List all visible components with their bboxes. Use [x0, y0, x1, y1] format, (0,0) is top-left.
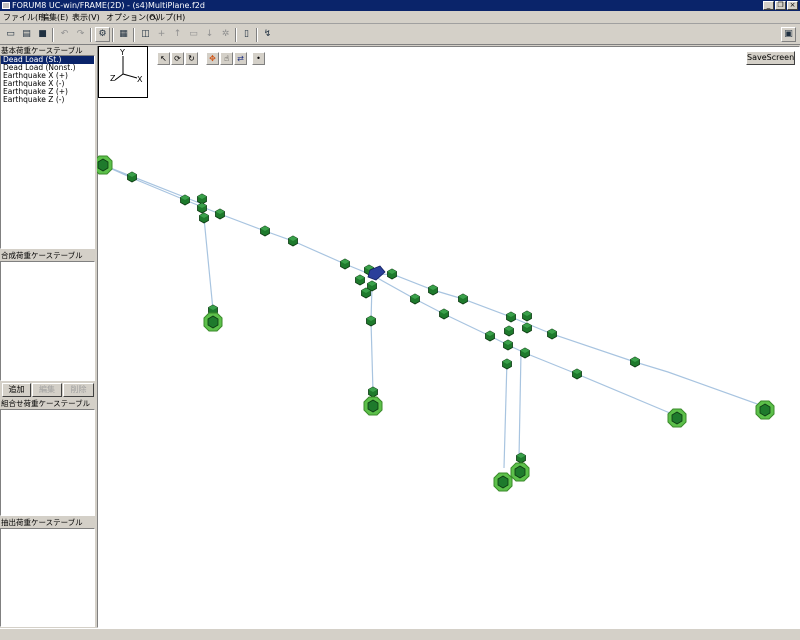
extract-cases-header: 抽出荷重ケーステーブル — [1, 518, 83, 527]
support-marker — [203, 312, 223, 332]
node-marker — [180, 194, 190, 206]
title-bar: FORUM8 UC-win/FRAME(2D) - (s4)MultiPlane… — [0, 0, 800, 11]
select-pointer-icon[interactable]: ↖ — [157, 52, 170, 65]
node-marker — [547, 328, 557, 340]
support-marker — [363, 396, 383, 416]
arrow-down-icon[interactable]: ↓ — [202, 27, 217, 42]
node-marker — [368, 386, 378, 398]
node-marker — [215, 208, 225, 220]
toolbar-separator — [133, 28, 135, 42]
maximize-button[interactable]: ❐ — [775, 1, 786, 10]
close-button[interactable]: × — [787, 1, 798, 10]
grid-icon[interactable]: ▦ — [116, 27, 131, 42]
axis-label-y: Y — [119, 48, 125, 57]
support-icon[interactable]: ✲ — [218, 27, 233, 42]
view-toolbar: ↖ ⟳ ↻ ✥ ☝ ⇄ • — [157, 52, 267, 66]
node-marker — [260, 225, 270, 237]
open-folder-icon[interactable]: ▤ — [19, 27, 34, 42]
rotate-axis-icon[interactable]: ↻ — [185, 52, 198, 65]
toolbar: ▭ ▤ ■ ↶ ↷ ⚙ ▦ ◫ + ↑ ▭ ↓ ✲ ▯ ↯ ▣ — [0, 25, 800, 45]
axis-indicator: Y X Z — [98, 46, 148, 98]
zoom-hand-icon[interactable]: ☝ — [220, 52, 233, 65]
node-marker — [502, 358, 512, 370]
status-bar — [0, 628, 800, 640]
support-marker — [97, 155, 113, 175]
edit-button[interactable]: 編集 — [32, 383, 62, 397]
redo-icon[interactable]: ↷ — [73, 27, 88, 42]
basic-cases-list[interactable]: Dead Load (St.) Dead Load (Nonst.) Earth… — [0, 55, 95, 249]
minimize-button[interactable]: _ — [763, 1, 774, 10]
node-marker — [503, 339, 513, 351]
model-viewport[interactable] — [97, 46, 800, 628]
extract-cases-list[interactable] — [0, 528, 95, 627]
node-marker — [520, 347, 530, 359]
add-button[interactable]: 追加 — [2, 383, 31, 397]
support-marker — [755, 400, 775, 420]
node-marker — [197, 202, 207, 214]
node-marker — [340, 258, 350, 270]
support-marker — [510, 462, 530, 482]
support-marker — [493, 472, 513, 492]
node-marker — [199, 212, 209, 224]
composite-cases-list[interactable] — [0, 261, 95, 381]
toolbar-separator — [52, 28, 54, 42]
toolbar-separator — [112, 28, 114, 42]
node-marker — [428, 284, 438, 296]
rotate-icon[interactable]: ⟳ — [171, 52, 184, 65]
node-marker — [366, 315, 376, 327]
menu-edit[interactable]: 編集(E) — [41, 12, 68, 23]
node-marker — [516, 452, 526, 464]
graph-icon[interactable]: ↯ — [260, 27, 275, 42]
window-title: FORUM8 UC-win/FRAME(2D) - (s4)MultiPlane… — [12, 1, 205, 10]
add-node-icon[interactable]: + — [154, 27, 169, 42]
node-marker — [197, 193, 207, 205]
node-marker — [355, 274, 365, 286]
node-marker — [458, 293, 468, 305]
point-icon[interactable]: • — [252, 52, 265, 65]
undo-icon[interactable]: ↶ — [57, 27, 72, 42]
node-marker — [361, 287, 371, 299]
axis-label-x: X — [137, 75, 143, 84]
combination-cases-list[interactable] — [0, 409, 95, 516]
menu-bar: ファイル(F) 編集(E) 表示(V) オプション(O) ヘルプ(H) — [0, 11, 800, 24]
arrow-up-icon[interactable]: ↑ — [170, 27, 185, 42]
new-file-icon[interactable]: ▭ — [3, 27, 18, 42]
layers-icon[interactable]: ◫ — [138, 27, 153, 42]
menu-help[interactable]: ヘルプ(H) — [149, 12, 185, 23]
frame-model — [97, 155, 775, 492]
save-icon[interactable]: ■ — [35, 27, 50, 42]
node-marker — [504, 325, 514, 337]
save-screen-button[interactable]: SaveScreen — [746, 51, 795, 65]
member-icon[interactable]: ▭ — [186, 27, 201, 42]
document-icon[interactable]: ▯ — [239, 27, 254, 42]
support-marker — [667, 408, 687, 428]
combination-cases-header: 組合せ荷重ケーステーブル — [1, 399, 91, 408]
axis-gizmo: Y X Z — [110, 48, 143, 84]
node-marker — [387, 268, 397, 280]
menu-view[interactable]: 表示(V) — [72, 12, 100, 23]
axis-label-z: Z — [110, 74, 116, 83]
settings-icon[interactable]: ⚙ — [95, 27, 110, 42]
app-icon — [2, 2, 10, 9]
window-icon[interactable]: ▣ — [781, 27, 796, 42]
node-marker — [572, 368, 582, 380]
pan-icon[interactable]: ✥ — [206, 52, 219, 65]
node-marker — [522, 322, 532, 334]
toolbar-separator — [90, 28, 92, 42]
toolbar-separator — [235, 28, 237, 42]
toolbar-separator — [256, 28, 258, 42]
composite-cases-header: 合成荷重ケーステーブル — [1, 251, 83, 260]
node-marker — [410, 293, 420, 305]
node-marker — [522, 310, 532, 322]
menu-file[interactable]: ファイル(F) — [3, 12, 46, 23]
node-marker — [288, 235, 298, 247]
list-item[interactable]: Earthquake Z (-) — [1, 96, 94, 104]
node-marker — [485, 330, 495, 342]
node-marker — [127, 171, 137, 183]
delete-button[interactable]: 削除 — [63, 383, 94, 397]
node-marker — [439, 308, 449, 320]
node-marker — [630, 356, 640, 368]
node-marker — [506, 311, 516, 323]
fit-view-icon[interactable]: ⇄ — [234, 52, 247, 65]
